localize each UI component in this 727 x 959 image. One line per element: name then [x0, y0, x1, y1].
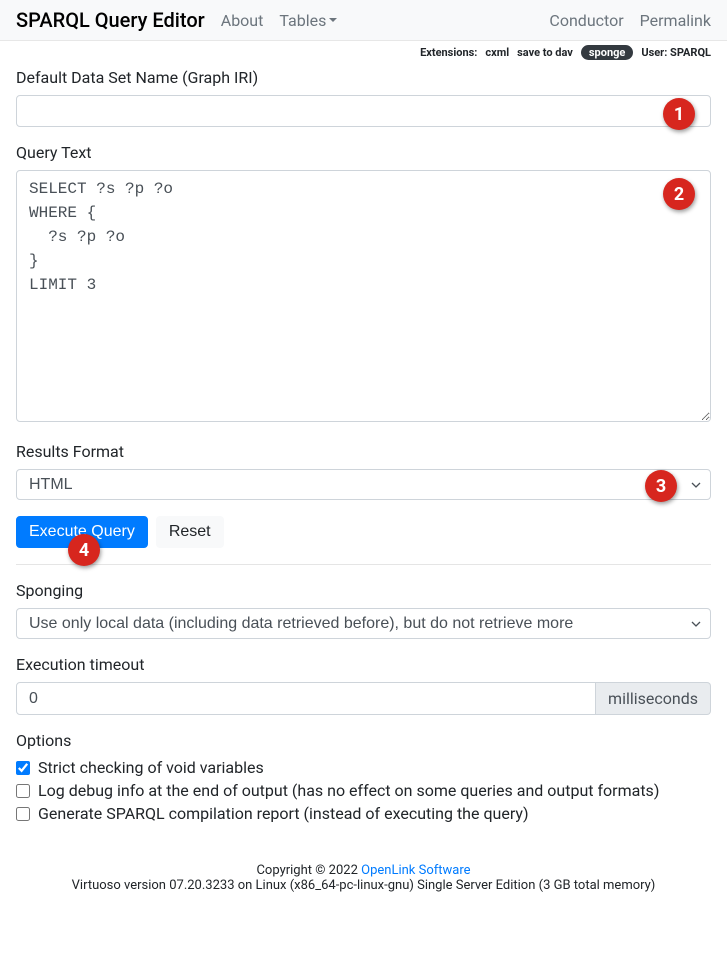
nav-permalink-link[interactable]: Permalink — [640, 11, 711, 30]
extensions-bar: Extensions: cxml save to dav sponge User… — [0, 41, 727, 64]
options-label: Options — [16, 731, 711, 750]
openlink-link[interactable]: OpenLink Software — [361, 863, 470, 878]
timeout-unit-label: milliseconds — [596, 682, 711, 715]
nav-tables-label: Tables — [279, 11, 326, 30]
footer: Copyright © 2022 OpenLink Software Virtu… — [0, 855, 727, 901]
opt-strict-label: Strict checking of void variables — [38, 758, 264, 777]
copyright-text: Copyright © 2022 — [256, 863, 361, 878]
version-text: Virtuoso version 07.20.3233 on Linux (x8… — [16, 878, 711, 893]
extensions-label: Extensions: — [420, 46, 477, 59]
navbar: SPARQL Query Editor About Tables Conduct… — [0, 0, 727, 41]
timeout-label: Execution timeout — [16, 655, 711, 674]
opt-report-checkbox[interactable] — [16, 807, 30, 821]
caret-down-icon — [329, 18, 337, 22]
marker-1: 1 — [663, 98, 695, 130]
ext-cxml-link[interactable]: cxml — [485, 46, 509, 59]
nav-about-link[interactable]: About — [221, 11, 264, 30]
graph-iri-label: Default Data Set Name (Graph IRI) — [16, 68, 711, 87]
query-text-input[interactable] — [16, 170, 711, 422]
divider — [16, 564, 711, 565]
navbar-brand[interactable]: SPARQL Query Editor — [16, 8, 205, 32]
sponging-label: Sponging — [16, 581, 711, 600]
opt-strict-checkbox[interactable] — [16, 761, 30, 775]
results-format-select[interactable]: HTML — [16, 469, 711, 500]
marker-3: 3 — [645, 470, 677, 502]
user-label: User: SPARQL — [641, 46, 711, 59]
opt-debug-checkbox[interactable] — [16, 784, 30, 798]
nav-conductor-link[interactable]: Conductor — [549, 11, 623, 30]
query-text-label: Query Text — [16, 143, 711, 162]
sponging-select[interactable]: Use only local data (including data retr… — [16, 608, 711, 639]
marker-4: 4 — [68, 534, 100, 566]
marker-2: 2 — [663, 178, 695, 210]
graph-iri-input[interactable] — [16, 95, 711, 127]
ext-save-to-dav-link[interactable]: save to dav — [517, 46, 573, 59]
timeout-input[interactable] — [16, 682, 596, 715]
opt-debug-label: Log debug info at the end of output (has… — [38, 781, 659, 800]
reset-button[interactable]: Reset — [156, 516, 224, 548]
results-format-label: Results Format — [16, 442, 711, 461]
opt-report-label: Generate SPARQL compilation report (inst… — [38, 804, 529, 823]
nav-tables-dropdown[interactable]: Tables — [279, 11, 337, 30]
ext-sponge-badge[interactable]: sponge — [581, 45, 633, 60]
